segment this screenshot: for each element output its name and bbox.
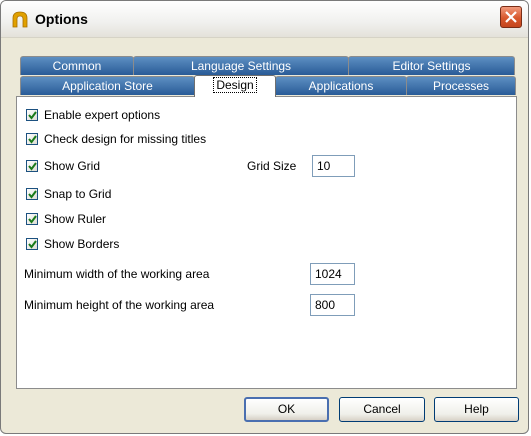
check-icon <box>28 111 37 120</box>
tab-row-bottom: Application Store Design Applications Pr… <box>20 75 516 97</box>
close-button[interactable] <box>500 6 522 28</box>
check-icon <box>28 215 37 224</box>
snap-to-grid-label: Snap to Grid <box>44 187 112 201</box>
enable-expert-checkbox[interactable]: Enable expert options <box>26 107 160 123</box>
snap-to-grid-checkbox[interactable]: Snap to Grid <box>26 186 111 202</box>
options-dialog: Options Common Language Settings Editor … <box>0 0 529 434</box>
tab-row-top: Common Language Settings Editor Settings <box>20 56 515 75</box>
checkbox[interactable] <box>26 238 38 250</box>
min-width-input[interactable]: 1024 <box>310 263 355 285</box>
app-logo-icon <box>12 11 28 28</box>
check-icon <box>28 162 37 171</box>
cancel-button[interactable]: Cancel <box>339 397 425 422</box>
min-height-input[interactable]: 800 <box>310 294 355 316</box>
checkbox[interactable] <box>26 213 38 225</box>
show-borders-label: Show Borders <box>44 237 120 251</box>
title-bar: Options <box>1 1 528 38</box>
design-panel: Enable expert options Check design for m… <box>16 96 517 389</box>
close-icon <box>505 11 517 23</box>
check-icon <box>28 135 37 144</box>
show-ruler-checkbox[interactable]: Show Ruler <box>26 211 106 227</box>
tab-application-store[interactable]: Application Store <box>20 76 195 95</box>
checkbox[interactable] <box>26 133 38 145</box>
show-grid-checkbox[interactable]: Show Grid <box>26 158 100 174</box>
tab-design[interactable]: Design <box>194 75 276 97</box>
show-ruler-label: Show Ruler <box>44 212 107 226</box>
check-titles-label: Check design for missing titles <box>44 132 207 146</box>
enable-expert-label: Enable expert options <box>44 108 161 122</box>
check-icon <box>28 240 37 249</box>
tab-language-settings[interactable]: Language Settings <box>133 56 349 75</box>
checkbox[interactable] <box>26 188 38 200</box>
tab-editor-settings[interactable]: Editor Settings <box>348 56 515 75</box>
checkbox[interactable] <box>26 109 38 121</box>
tab-common[interactable]: Common <box>20 56 134 75</box>
check-titles-checkbox[interactable]: Check design for missing titles <box>26 131 206 147</box>
min-height-label: Minimum height of the working area <box>24 298 215 312</box>
checkbox[interactable] <box>26 160 38 172</box>
grid-size-label: Grid Size <box>247 159 297 173</box>
min-width-label: Minimum width of the working area <box>24 267 210 281</box>
help-button[interactable]: Help <box>434 397 519 422</box>
tab-applications[interactable]: Applications <box>275 76 407 95</box>
check-icon <box>28 190 37 199</box>
tab-processes[interactable]: Processes <box>406 76 516 95</box>
show-grid-label: Show Grid <box>44 159 101 173</box>
grid-size-input[interactable]: 10 <box>312 155 355 177</box>
ok-button[interactable]: OK <box>244 397 329 422</box>
window-title: Options <box>35 11 88 27</box>
show-borders-checkbox[interactable]: Show Borders <box>26 236 119 252</box>
